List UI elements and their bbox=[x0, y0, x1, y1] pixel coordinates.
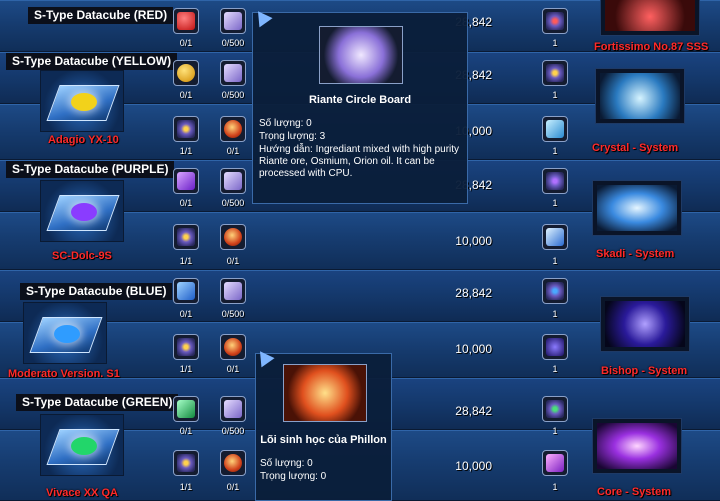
cost-value: 28,842 bbox=[455, 286, 492, 300]
reward-count: 1 bbox=[552, 482, 558, 492]
yellow-orb-slot-icon[interactable] bbox=[173, 60, 199, 86]
cost-value: 10,000 bbox=[455, 459, 492, 473]
item-name: SC-Dolc-9S bbox=[52, 250, 112, 262]
core-tube-slot-icon[interactable] bbox=[542, 450, 568, 476]
slot-count: 0/500 bbox=[221, 309, 245, 319]
slot-count: 0/500 bbox=[221, 426, 245, 436]
tooltip-title: Lõi sinh học của Phillon bbox=[260, 434, 387, 446]
circle-board-slot-icon[interactable] bbox=[220, 396, 246, 422]
group-label: S-Type Datacube (PURPLE) bbox=[6, 161, 175, 178]
cost-value: 28,842 bbox=[455, 404, 492, 418]
tooltip-weight: Trọng lượng: 0 bbox=[260, 471, 327, 482]
reward-label: Fortissimo No.87 SSS bbox=[594, 41, 709, 53]
reward-count: 1 bbox=[552, 256, 558, 266]
cpu-chip-slot-icon[interactable] bbox=[173, 116, 199, 142]
group-label: S-Type Datacube (BLUE) bbox=[20, 283, 173, 300]
reward-image[interactable] bbox=[600, 0, 700, 36]
cost-value: 10,000 bbox=[455, 234, 492, 248]
red-cube-slot-icon[interactable] bbox=[173, 8, 199, 34]
circle-board-slot-icon[interactable] bbox=[220, 278, 246, 304]
bio-core-slot-icon[interactable] bbox=[220, 116, 246, 142]
circle-board-slot-icon[interactable] bbox=[220, 168, 246, 194]
reward-image[interactable] bbox=[595, 68, 685, 124]
tooltip-quantity: Số lượng: 0 bbox=[260, 458, 313, 469]
cpu-chip-slot-icon[interactable] bbox=[542, 396, 568, 422]
green-pyramid-slot-icon[interactable] bbox=[173, 396, 199, 422]
datacube-green-icon[interactable] bbox=[40, 414, 124, 476]
reward-count: 1 bbox=[552, 198, 558, 208]
reward-count: 1 bbox=[552, 364, 558, 374]
slot-count: 0/1 bbox=[226, 256, 240, 266]
tooltip-title: Riante Circle Board bbox=[308, 94, 412, 106]
circle-board-slot-icon[interactable] bbox=[220, 8, 246, 34]
reward-count: 1 bbox=[552, 309, 558, 319]
cost-value: 10,000 bbox=[455, 342, 492, 356]
bio-core-icon bbox=[283, 364, 367, 422]
tooltip-description: Hướng dẫn: Ingrediant mixed with high pu… bbox=[259, 144, 460, 179]
cpu-chip-slot-icon[interactable] bbox=[542, 8, 568, 34]
datacube-purple-icon[interactable] bbox=[40, 180, 124, 242]
slot-count: 0/1 bbox=[226, 146, 240, 156]
slot-count: 0/500 bbox=[221, 90, 245, 100]
bio-core-slot-icon[interactable] bbox=[220, 334, 246, 360]
cpu-chip-slot-icon[interactable] bbox=[542, 278, 568, 304]
slot-count: 0/1 bbox=[179, 90, 193, 100]
star-shard-slot-icon[interactable] bbox=[542, 334, 568, 360]
slot-count: 0/1 bbox=[179, 309, 193, 319]
slot-count: 1/1 bbox=[179, 256, 193, 266]
slot-count: 0/1 bbox=[179, 38, 193, 48]
circle-board-icon bbox=[319, 26, 403, 84]
slot-count: 0/1 bbox=[226, 364, 240, 374]
crystal-slot-icon[interactable] bbox=[542, 116, 568, 142]
slot-count: 0/1 bbox=[179, 198, 193, 208]
slot-count: 0/1 bbox=[179, 426, 193, 436]
cpu-chip-slot-icon[interactable] bbox=[542, 168, 568, 194]
bio-core-slot-icon[interactable] bbox=[220, 224, 246, 250]
bio-core-slot-icon[interactable] bbox=[220, 450, 246, 476]
purple-crystal-slot-icon[interactable] bbox=[173, 168, 199, 194]
tooltip-weight: Trọng lượng: 3 bbox=[259, 131, 326, 142]
reward-image[interactable] bbox=[592, 180, 682, 236]
reward-label: Skadi - System bbox=[596, 248, 675, 260]
cpu-chip-slot-icon[interactable] bbox=[173, 450, 199, 476]
reward-image[interactable] bbox=[592, 418, 682, 474]
cpu-chip-slot-icon[interactable] bbox=[542, 60, 568, 86]
reward-count: 1 bbox=[552, 426, 558, 436]
cpu-chip-slot-icon[interactable] bbox=[173, 334, 199, 360]
reward-label: Core - System bbox=[597, 486, 671, 498]
slot-count: 1/1 bbox=[179, 146, 193, 156]
group-label: S-Type Datacube (GREEN) bbox=[16, 394, 179, 411]
item-tooltip: Riante Circle Board Số lượng: 0 Trọng lư… bbox=[252, 12, 468, 204]
slot-count: 1/1 bbox=[179, 482, 193, 492]
reward-count: 1 bbox=[552, 146, 558, 156]
slot-count: 0/500 bbox=[221, 38, 245, 48]
slot-count: 1/1 bbox=[179, 364, 193, 374]
item-name: Moderato Version. S1 bbox=[8, 368, 120, 380]
slot-count: 0/1 bbox=[226, 482, 240, 492]
cpu-chip-slot-icon[interactable] bbox=[173, 224, 199, 250]
reward-count: 1 bbox=[552, 38, 558, 48]
item-tooltip: Lõi sinh học của Phillon Số lượng: 0 Trọ… bbox=[255, 353, 392, 501]
blade-slot-icon[interactable] bbox=[542, 224, 568, 250]
blue-crystal-slot-icon[interactable] bbox=[173, 278, 199, 304]
reward-count: 1 bbox=[552, 90, 558, 100]
group-label: S-Type Datacube (YELLOW) bbox=[6, 53, 178, 70]
item-name: Adagio YX-10 bbox=[48, 134, 119, 146]
reward-image[interactable] bbox=[600, 296, 690, 352]
datacube-yellow-icon[interactable] bbox=[40, 70, 124, 132]
slot-count: 0/500 bbox=[221, 198, 245, 208]
tooltip-quantity: Số lượng: 0 bbox=[259, 118, 312, 129]
reward-label: Bishop - System bbox=[601, 365, 688, 377]
datacube-blue-icon[interactable] bbox=[23, 302, 107, 364]
reward-label: Crystal - System bbox=[592, 142, 679, 154]
item-name: Vivace XX QA bbox=[46, 487, 118, 499]
group-label: S-Type Datacube (RED) bbox=[28, 7, 174, 24]
circle-board-slot-icon[interactable] bbox=[220, 60, 246, 86]
